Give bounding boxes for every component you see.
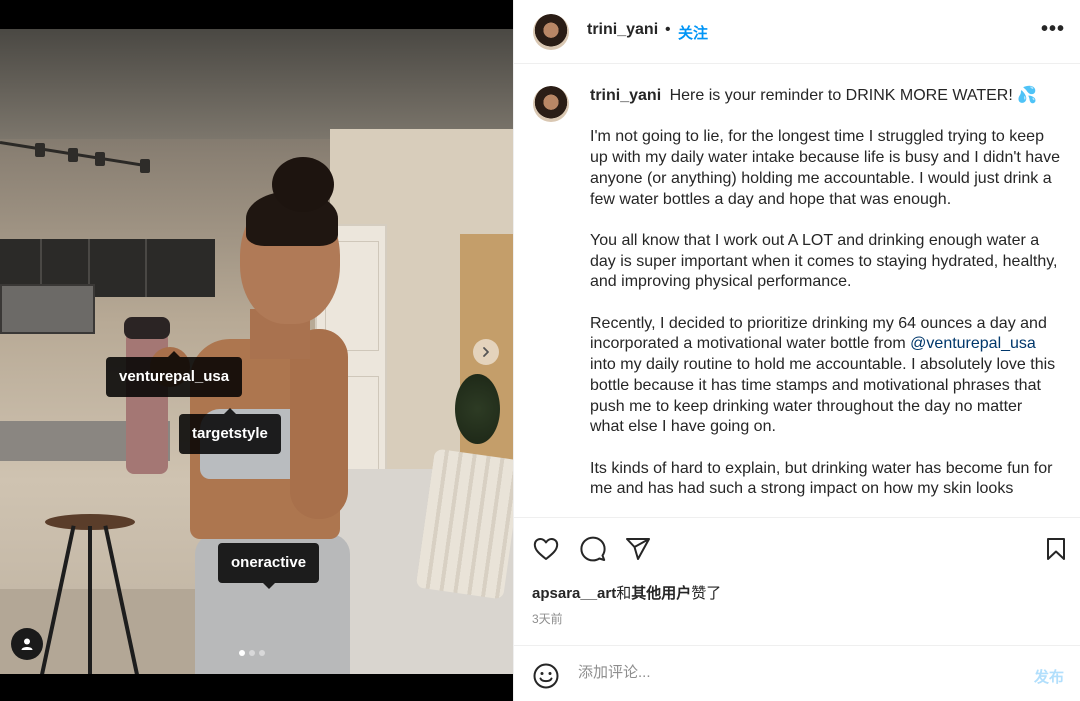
product-tag-targetstyle[interactable]: targetstyle: [179, 408, 281, 454]
product-tag-label: venturepal_usa: [119, 368, 230, 385]
like-button[interactable]: [532, 535, 560, 563]
bookmark-icon: [1047, 538, 1065, 560]
product-tag-label: targetstyle: [192, 425, 268, 442]
product-tag-label: oneractive: [231, 554, 307, 571]
header-separator: •: [665, 21, 671, 38]
follow-button[interactable]: 关注: [678, 22, 708, 43]
caption-username[interactable]: trini_yani: [590, 87, 661, 104]
likes-others[interactable]: 其他用户: [631, 585, 691, 602]
post-media[interactable]: venturepal_usa targetstyle oneractive: [0, 0, 513, 701]
caption-scroll-area[interactable]: trini_yani Here is your reminder to DRIN…: [514, 65, 1080, 517]
author-username[interactable]: trini_yani: [587, 21, 658, 39]
heart-icon: [533, 538, 559, 560]
likes-username[interactable]: apsara__art: [532, 585, 616, 602]
carousel-indicator: [239, 650, 265, 656]
likes-summary[interactable]: apsara__art和其他用户赞了: [532, 582, 721, 603]
comment-button[interactable]: [579, 535, 607, 563]
comment-bar: 发布: [514, 645, 1080, 701]
photo-lamp: [140, 159, 150, 173]
post-timestamp[interactable]: 3天前: [532, 610, 563, 627]
save-button[interactable]: [1042, 535, 1070, 563]
tagged-users-button[interactable]: [11, 628, 43, 660]
carousel-dot-active: [239, 650, 245, 656]
product-tag-venturepal[interactable]: venturepal_usa: [106, 351, 243, 397]
product-tag-oneractive[interactable]: oneractive: [218, 543, 320, 589]
photo-lamp: [68, 148, 78, 162]
paper-plane-icon: [626, 538, 650, 560]
post-comment-button[interactable]: 发布: [1034, 666, 1064, 687]
photo-plant: [455, 374, 500, 444]
photo-lamp: [35, 143, 45, 157]
caption-paragraph: Here is your reminder to DRINK MORE WATE…: [669, 87, 1038, 104]
caption-author-avatar[interactable]: [533, 86, 569, 122]
comment-input[interactable]: [578, 664, 998, 681]
user-icon: [21, 638, 33, 650]
mention-link[interactable]: @venturepal_usa: [910, 335, 1036, 352]
emoji-icon: [533, 663, 559, 689]
post-header: trini_yani • 关注 •••: [514, 0, 1080, 64]
caption-paragraph: into my daily routine to hold me account…: [590, 356, 1056, 436]
caption-text: trini_yani Here is your reminder to DRIN…: [590, 86, 1060, 517]
carousel-dot: [259, 650, 265, 656]
caption-paragraph: Its kinds of hard to explain, but drinki…: [590, 459, 1053, 498]
likes-suffix: 赞了: [691, 585, 722, 602]
author-avatar[interactable]: [533, 14, 569, 50]
comment-icon: [580, 536, 606, 562]
caption-paragraph: I'm not going to lie, for the longest ti…: [590, 128, 1060, 208]
post-details-panel: trini_yani • 关注 ••• trini_yani Here is y…: [513, 0, 1080, 701]
photo-bottle-cap: [124, 317, 170, 339]
chevron-right-icon: [483, 347, 489, 357]
photo-ceiling: [0, 29, 513, 139]
carousel-dot: [249, 650, 255, 656]
caption-paragraph: You all know that I work out A LOT and d…: [590, 231, 1058, 291]
share-button[interactable]: [624, 535, 652, 563]
photo-microwave: [0, 284, 95, 334]
photo-lamp: [95, 152, 105, 166]
photo-person-bun: [272, 157, 334, 212]
likes-connector: 和: [616, 585, 632, 602]
carousel-next-button[interactable]: [473, 339, 499, 365]
emoji-button[interactable]: [532, 662, 560, 690]
more-options-icon[interactable]: •••: [1041, 18, 1065, 41]
